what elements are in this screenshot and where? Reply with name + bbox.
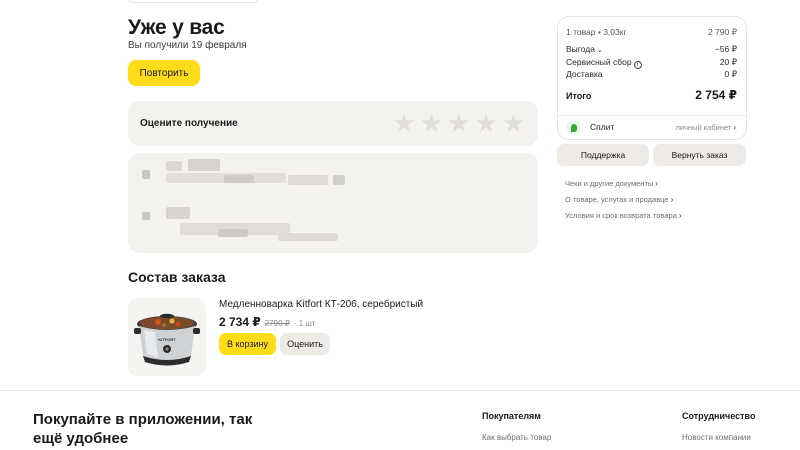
blurred-content bbox=[188, 159, 220, 171]
blurred-content bbox=[142, 212, 150, 220]
summary-delivery-row: Доставка 0 ₽ bbox=[566, 69, 737, 80]
star-icon[interactable]: ★ bbox=[502, 110, 525, 136]
chevron-right-icon: › bbox=[655, 179, 658, 188]
return-order-button[interactable]: Вернуть заказ bbox=[653, 144, 746, 166]
product-name[interactable]: Медленноварка Kitfort КТ-206, серебристы… bbox=[219, 299, 423, 310]
previous-card-edge bbox=[128, 0, 258, 3]
blurred-content bbox=[166, 207, 190, 219]
repeat-order-button[interactable]: Повторить bbox=[128, 60, 200, 86]
blurred-content bbox=[166, 161, 182, 171]
summary-items-row: 1 товар • 3,03кг 2 790 ₽ bbox=[566, 27, 737, 38]
chevron-down-icon[interactable]: ⌄ bbox=[597, 47, 603, 54]
summary-items-price: 2 790 ₽ bbox=[707, 27, 737, 37]
summary-items-label: 1 товар • 3,03кг bbox=[566, 27, 627, 37]
summary-total-value: 2 754 ₽ bbox=[695, 88, 737, 102]
order-summary-card: 1 товар • 3,03кг 2 790 ₽ Выгода ⌄ −56 ₽ С… bbox=[557, 16, 747, 140]
summary-service-fee-row: Сервисный сбор i 20 ₽ bbox=[566, 57, 737, 69]
summary-service-fee-label: Сервисный сбор bbox=[566, 57, 632, 67]
star-icon[interactable]: ★ bbox=[392, 110, 415, 136]
product-info-link[interactable]: О товаре, услугах и продавце › bbox=[565, 195, 673, 204]
receipts-link[interactable]: Чеки и другие документы › bbox=[565, 179, 658, 188]
product-image[interactable]: KITFORT bbox=[128, 298, 206, 376]
blurred-content bbox=[333, 175, 345, 185]
product-price: 2 734 ₽ bbox=[219, 315, 261, 329]
info-icon[interactable]: i bbox=[633, 61, 642, 69]
return-conditions-link[interactable]: Условия и срок возврата товара › bbox=[565, 211, 682, 220]
footer-buyers-heading: Покупателям bbox=[482, 411, 541, 421]
blurred-content bbox=[218, 229, 248, 237]
composition-title: Состав заказа bbox=[128, 269, 226, 285]
chevron-right-icon: › bbox=[678, 211, 682, 220]
summary-discount-label: Выгода bbox=[566, 44, 595, 54]
product-brand: KITFORT bbox=[158, 337, 176, 342]
order-status-subtitle: Вы получили 19 февраля bbox=[128, 40, 247, 51]
footer-divider bbox=[0, 390, 800, 391]
order-status-title: Уже у вас bbox=[128, 16, 225, 39]
product-old-price: 2790 ₽ bbox=[264, 319, 290, 328]
summary-delivery-label: Доставка bbox=[566, 69, 603, 79]
blurred-content bbox=[278, 233, 338, 241]
rate-product-button[interactable]: Оценить bbox=[280, 333, 330, 355]
blurred-content bbox=[224, 175, 254, 183]
summary-service-fee-value: 20 ₽ bbox=[719, 57, 737, 67]
product-quantity: · 1 шт bbox=[293, 319, 316, 328]
product-price-row: 2 734 ₽ 2790 ₽ · 1 шт bbox=[219, 315, 315, 329]
split-cabinet-link[interactable]: личный кабинет › bbox=[675, 123, 736, 132]
blurred-content bbox=[288, 175, 328, 185]
blurred-content bbox=[142, 170, 150, 179]
footer-buyers-link[interactable]: Как выбрать товар bbox=[482, 433, 551, 442]
rating-label: Оцените получение bbox=[140, 118, 238, 129]
split-label: Сплит bbox=[590, 122, 615, 132]
summary-total-label: Итого bbox=[566, 91, 592, 101]
footer-partners-heading: Сотрудничество bbox=[682, 411, 756, 421]
star-icon[interactable]: ★ bbox=[447, 110, 470, 136]
footer-partners-link[interactable]: Новости компании bbox=[682, 433, 751, 442]
support-button[interactable]: Поддержка bbox=[557, 144, 649, 166]
footer-app-promo: Покупайте в приложении, так ещё удобнее bbox=[33, 411, 253, 447]
star-icon[interactable]: ★ bbox=[420, 110, 443, 136]
summary-discount-row[interactable]: Выгода ⌄ −56 ₽ bbox=[566, 44, 737, 55]
split-icon bbox=[567, 121, 580, 134]
chevron-right-icon: › bbox=[733, 123, 736, 132]
summary-discount-value: −56 ₽ bbox=[714, 44, 737, 54]
summary-delivery-value: 0 ₽ bbox=[724, 69, 738, 79]
summary-total-row: Итого 2 754 ₽ bbox=[566, 88, 737, 102]
slow-cooker-icon: KITFORT bbox=[134, 313, 200, 366]
add-to-cart-button[interactable]: В корзину bbox=[219, 333, 276, 355]
rating-card: Оцените получение ★ ★ ★ ★ ★ bbox=[128, 101, 538, 146]
star-icon[interactable]: ★ bbox=[474, 110, 497, 136]
rating-stars: ★ ★ ★ ★ ★ bbox=[392, 110, 525, 136]
chevron-right-icon: › bbox=[670, 195, 674, 204]
delivery-info-card bbox=[128, 153, 538, 253]
summary-divider bbox=[558, 115, 746, 116]
